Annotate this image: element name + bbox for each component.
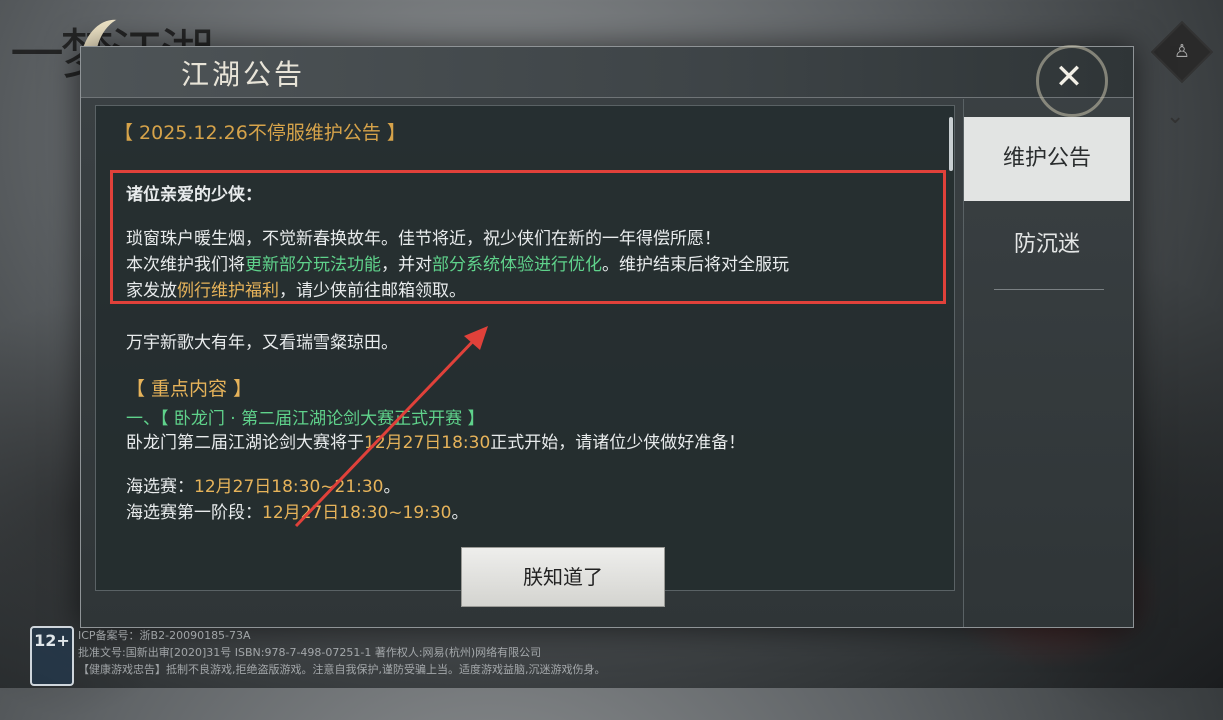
- scrollbar[interactable]: [949, 117, 953, 171]
- notice-content[interactable]: 【 2025.12.26不停服维护公告 】 诸位亲爱的少侠： 琐窗珠户暖生烟，不…: [95, 105, 955, 591]
- footer-info: ICP备案号：浙B2-20090185-73A 批准文号:国新出审[2020]3…: [78, 626, 606, 678]
- dialog-header: 江湖公告 ✕: [81, 45, 1133, 117]
- tab-list: 维护公告 防沉迷: [963, 99, 1132, 627]
- icp-text: ICP备案号：浙B2-20090185-73A: [78, 629, 251, 642]
- health-text: 【健康游戏忠告】抵制不良游戏,拒绝盗版游戏。注意自我保护,谨防受骗上当。适度游戏…: [78, 663, 606, 676]
- profile-icon[interactable]: ♙: [1150, 20, 1214, 84]
- close-button[interactable]: ✕: [1049, 57, 1089, 97]
- annotation-arrow: [294, 326, 488, 528]
- confirm-button[interactable]: 朕知道了: [461, 547, 665, 607]
- dialog-title: 江湖公告: [181, 58, 306, 91]
- announcement-dialog: 江湖公告 ✕ 【 2025.12.26不停服维护公告 】 诸位亲爱的少侠： 琐窗…: [80, 45, 1134, 628]
- approval-text: 批准文号:国新出审[2020]31号 ISBN:978-7-498-07251-…: [78, 646, 542, 659]
- age-rating-badge: 12+: [30, 626, 74, 686]
- tab-divider: [994, 289, 1104, 290]
- tab-maintenance[interactable]: 维护公告: [964, 117, 1130, 201]
- chevron-down-icon[interactable]: ⌄: [1166, 104, 1184, 129]
- tab-anti-addiction[interactable]: 防沉迷: [964, 203, 1130, 287]
